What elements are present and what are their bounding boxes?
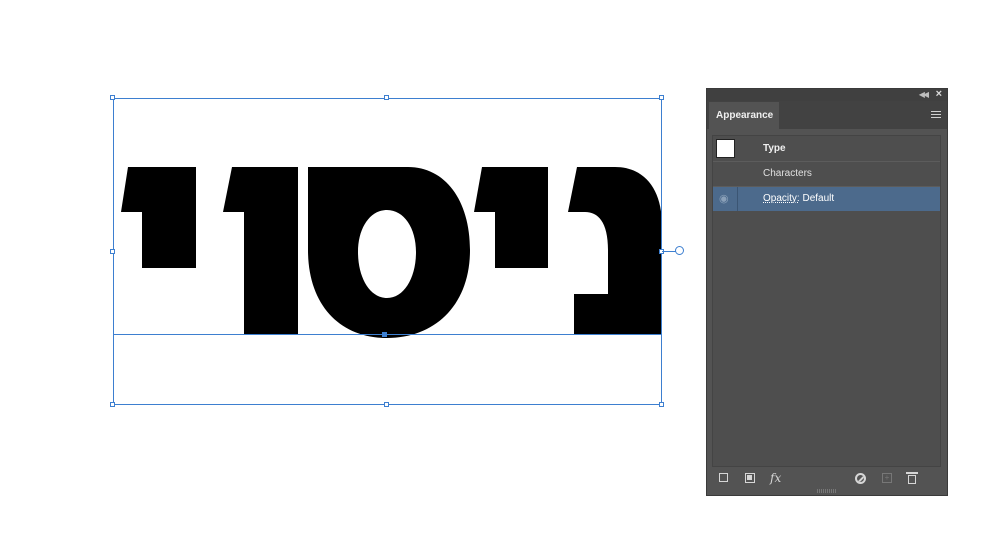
clear-appearance-icon[interactable] bbox=[855, 473, 866, 484]
panel-bottom-toolbar: fx + bbox=[707, 469, 947, 489]
resize-handle-left[interactable] bbox=[110, 249, 115, 254]
hamburger-menu-icon[interactable] bbox=[931, 111, 941, 119]
appearance-list: Type Characters ◉ Opacity: Default bbox=[712, 135, 941, 467]
baseline-handle[interactable] bbox=[382, 332, 387, 337]
type-row[interactable]: Type bbox=[713, 136, 940, 162]
resize-handle-top-left[interactable] bbox=[110, 95, 115, 100]
opacity-link[interactable]: Opacity: bbox=[763, 193, 800, 204]
add-stroke-icon[interactable] bbox=[719, 473, 728, 482]
resize-handle-bottom-right[interactable] bbox=[659, 402, 664, 407]
tab-appearance-label: Appearance bbox=[716, 110, 774, 121]
fx-icon[interactable]: fx bbox=[770, 471, 781, 485]
opacity-value: Default bbox=[802, 193, 835, 204]
tab-appearance[interactable]: Appearance bbox=[709, 102, 779, 129]
text-port-line bbox=[662, 251, 676, 252]
selection-bounding-box[interactable] bbox=[113, 98, 662, 405]
area-type-out-port[interactable] bbox=[675, 246, 684, 255]
double-chevron-left-icon[interactable]: ◀◀ bbox=[919, 90, 929, 99]
resize-handle-bottom[interactable] bbox=[384, 402, 389, 407]
characters-label: Characters bbox=[763, 168, 812, 179]
delete-icon[interactable] bbox=[906, 472, 918, 484]
duplicate-item-icon[interactable]: + bbox=[882, 473, 892, 483]
add-fill-icon[interactable] bbox=[745, 473, 755, 483]
text-baseline bbox=[113, 334, 662, 335]
close-icon[interactable]: × bbox=[936, 88, 942, 100]
resize-handle-bottom-left[interactable] bbox=[110, 402, 115, 407]
resize-handle-top[interactable] bbox=[384, 95, 389, 100]
row-divider bbox=[737, 187, 738, 211]
opacity-label: Opacity: Default bbox=[763, 193, 834, 204]
visibility-eye-icon[interactable]: ◉ bbox=[719, 192, 729, 205]
panel-tab-bar: Appearance bbox=[707, 101, 947, 129]
opacity-row[interactable]: ◉ Opacity: Default bbox=[713, 187, 940, 211]
characters-row[interactable]: Characters bbox=[713, 162, 940, 187]
panel-title-bar[interactable]: ◀◀ × bbox=[707, 88, 947, 101]
panel-resize-grip[interactable] bbox=[817, 489, 837, 493]
type-thumbnail bbox=[716, 139, 735, 158]
resize-handle-top-right[interactable] bbox=[659, 95, 664, 100]
type-label: Type bbox=[763, 143, 786, 154]
appearance-panel: ◀◀ × Appearance Type Characters ◉ Opacit… bbox=[706, 88, 948, 496]
